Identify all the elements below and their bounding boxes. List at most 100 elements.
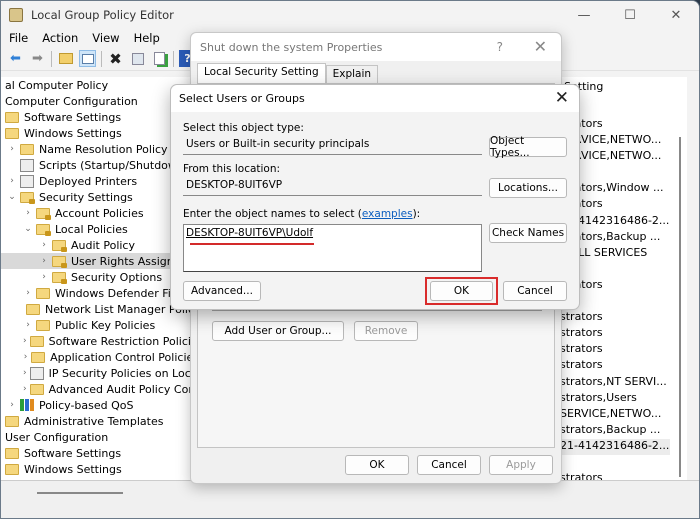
- status-bar: [1, 480, 699, 518]
- security-folder-icon: [52, 255, 67, 268]
- policy-node-icon: [20, 174, 34, 188]
- policy-setting-row[interactable]: strators,Users: [560, 391, 670, 407]
- properties-cancel-button[interactable]: Cancel: [417, 455, 481, 475]
- chevron-down-icon[interactable]: ⌄: [7, 192, 17, 202]
- object-names-input[interactable]: DESKTOP-8UIT6VP\Udolf: [183, 224, 482, 272]
- tree-item-label: Audit Policy: [71, 238, 135, 252]
- select-dialog-title-bar: Select Users or Groups: [171, 85, 579, 112]
- close-icon[interactable]: ✕: [534, 37, 547, 56]
- security-folder-icon: [52, 239, 67, 252]
- forward-arrow-icon[interactable]: ➡: [29, 50, 46, 67]
- back-arrow-icon[interactable]: ⬅: [7, 50, 24, 67]
- policy-setting-row[interactable]: strators,Backup ...: [560, 423, 670, 439]
- policy-setting-row[interactable]: 21-4142316486-2...: [560, 438, 670, 455]
- properties-apply-button[interactable]: Apply: [489, 455, 553, 475]
- close-button[interactable]: ✕: [653, 1, 699, 29]
- policy-setting-row[interactable]: [560, 455, 670, 471]
- policy-setting-row[interactable]: strators: [560, 326, 670, 342]
- policy-setting-row[interactable]: strators: [560, 358, 670, 374]
- chevron-right-icon[interactable]: ›: [7, 400, 17, 410]
- security-folder-icon: [36, 223, 51, 236]
- chevron-right-icon[interactable]: ›: [39, 272, 49, 282]
- tree-item-label: Scripts (Startup/Shutdown): [39, 158, 189, 172]
- minimize-button[interactable]: —: [561, 1, 607, 29]
- tree-item-label: al Computer Policy: [5, 78, 109, 92]
- policy-setting-row[interactable]: strators: [560, 310, 670, 326]
- chevron-right-icon[interactable]: ›: [23, 288, 33, 298]
- tree-item-label: Local Policies: [55, 222, 128, 236]
- folder-icon: [29, 335, 44, 347]
- select-dialog-title: Select Users or Groups: [179, 92, 305, 105]
- policy-node-icon: [20, 158, 34, 172]
- location-field: DESKTOP-8UIT6VP: [183, 177, 482, 196]
- chevron-right-icon[interactable]: ›: [23, 320, 33, 330]
- chevron-right-icon[interactable]: ›: [23, 352, 28, 362]
- folder-icon: [26, 303, 40, 315]
- policy-setting-row[interactable]: strators: [560, 342, 670, 358]
- object-type-field: Users or Built-in security principals: [183, 136, 482, 155]
- tree-item[interactable]: › Application Control Policies: [1, 349, 199, 365]
- folder-icon: [5, 415, 19, 427]
- chevron-down-icon[interactable]: ⌄: [23, 224, 33, 234]
- vertical-scrollbar[interactable]: [679, 137, 681, 477]
- help-icon[interactable]: ?: [497, 40, 503, 54]
- tree-item-label: Name Resolution Policy: [39, 142, 168, 156]
- properties-ok-button[interactable]: OK: [345, 455, 409, 475]
- export-list-icon[interactable]: [151, 50, 168, 67]
- tab-explain[interactable]: Explain: [325, 65, 379, 83]
- folder-icon: [29, 383, 44, 395]
- advanced-button[interactable]: Advanced...: [183, 281, 261, 301]
- chevron-right-icon[interactable]: ›: [7, 144, 17, 154]
- tree-item[interactable]: › Public Key Policies: [1, 317, 199, 333]
- chevron-right-icon[interactable]: ›: [23, 384, 27, 394]
- remove-button[interactable]: Remove: [354, 321, 418, 341]
- menu-help[interactable]: Help: [134, 31, 160, 45]
- tree-item[interactable]: › IP Security Policies on Local C: [1, 365, 199, 381]
- chevron-right-icon[interactable]: ›: [23, 368, 27, 378]
- chevron-right-icon[interactable]: ›: [23, 208, 33, 218]
- tree-item[interactable]: Software Settings: [1, 445, 199, 461]
- toolbar-separator: [173, 50, 174, 67]
- folder-icon: [5, 447, 19, 459]
- properties-icon[interactable]: [129, 50, 146, 67]
- folder-icon: [31, 351, 46, 363]
- select-cancel-button[interactable]: Cancel: [503, 281, 567, 301]
- tree-item[interactable]: › Policy-based QoS: [1, 397, 199, 413]
- examples-link[interactable]: examples: [362, 208, 413, 220]
- tree-item-label: Security Settings: [39, 190, 133, 204]
- chevron-right-icon[interactable]: ›: [7, 176, 17, 186]
- policy-setting-row[interactable]: strators,NT SERVI...: [560, 375, 670, 391]
- tab-local-security-setting[interactable]: Local Security Setting: [197, 63, 326, 83]
- properties-title: Shut down the system Properties: [200, 40, 383, 54]
- folder-icon: [5, 463, 19, 475]
- tree-item[interactable]: User Configuration: [1, 429, 199, 445]
- tree-item[interactable]: › Software Restriction Policies: [1, 333, 199, 349]
- chevron-right-icon[interactable]: ›: [39, 240, 49, 250]
- group-policy-app-icon: [9, 8, 23, 22]
- tree-item-label: Account Policies: [55, 206, 144, 220]
- object-types-button[interactable]: Object Types...: [489, 135, 567, 159]
- chevron-right-icon[interactable]: ›: [39, 256, 49, 266]
- policy-setting-row[interactable]: SERVICE,NETWO...: [560, 407, 670, 423]
- close-icon[interactable]: ✕: [555, 88, 569, 108]
- menu-view[interactable]: View: [92, 31, 119, 45]
- up-folder-icon[interactable]: [57, 50, 74, 67]
- menu-file[interactable]: File: [9, 31, 28, 45]
- show-hide-tree-icon[interactable]: [79, 50, 96, 67]
- folder-icon: [5, 127, 19, 139]
- tree-item[interactable]: Windows Settings: [1, 461, 199, 477]
- maximize-button[interactable]: ☐: [607, 1, 653, 29]
- tree-item-label: Windows Settings: [24, 126, 122, 140]
- menu-action[interactable]: Action: [42, 31, 78, 45]
- tree-item[interactable]: › Advanced Audit Policy Confi: [1, 381, 199, 397]
- horizontal-scrollbar[interactable]: [37, 492, 123, 494]
- check-names-button[interactable]: Check Names: [489, 223, 567, 243]
- locations-button[interactable]: Locations...: [489, 178, 567, 198]
- select-users-or-groups-dialog: Select Users or Groups ✕ Select this obj…: [170, 84, 580, 310]
- add-user-or-group-button[interactable]: Add User or Group...: [212, 321, 344, 341]
- object-names-value: DESKTOP-8UIT6VP\Udolf: [186, 227, 314, 239]
- delete-icon[interactable]: ✖: [107, 50, 124, 68]
- chevron-right-icon[interactable]: ›: [23, 336, 27, 346]
- tree-item[interactable]: Administrative Templates: [1, 413, 199, 429]
- properties-tabs: Local Security Setting Explain: [197, 63, 379, 83]
